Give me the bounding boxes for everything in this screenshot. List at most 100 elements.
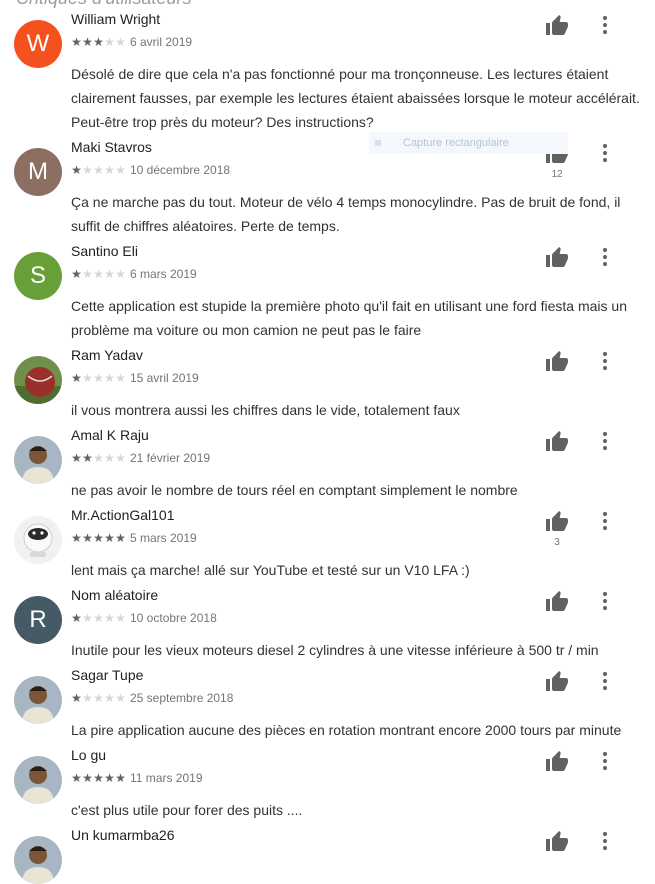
- reviewer-name: Amal K Raju: [71, 427, 149, 443]
- avatar-letter: S: [29, 262, 46, 289]
- star-icon: ★: [115, 267, 126, 281]
- more-vert-icon: [603, 592, 607, 596]
- more-vert-icon: [603, 832, 607, 836]
- avatar[interactable]: [14, 516, 62, 564]
- avatar[interactable]: [14, 436, 62, 484]
- more-vert-icon-dot: [603, 446, 607, 450]
- star-rating: ★ ★ ★ ★ ★: [71, 611, 126, 625]
- more-vert-icon: [603, 16, 607, 20]
- star-icon: ★: [82, 531, 93, 545]
- review-meta: ★ ★ ★ ★ ★ 5 mars 2019: [71, 530, 197, 546]
- reviewer-name: Un kumarmba26: [71, 827, 175, 843]
- star-icon: ★: [93, 451, 104, 465]
- thumbs-up-button[interactable]: [544, 430, 570, 454]
- reviewer-name: William Wright: [71, 11, 161, 27]
- thumbs-up-button[interactable]: [544, 14, 570, 38]
- more-options-button[interactable]: [594, 508, 616, 534]
- thumbs-up-icon: [544, 750, 570, 774]
- helpful-count: 3: [554, 537, 560, 548]
- review-text: Ça ne marche pas du tout. Moteur de vélo…: [71, 194, 621, 234]
- avatar[interactable]: S: [14, 252, 62, 300]
- avatar[interactable]: [14, 836, 62, 884]
- review-text: il vous montrera aussi les chiffres dans…: [71, 402, 460, 418]
- thumbs-up-icon: [544, 246, 570, 270]
- star-icon: ★: [71, 611, 82, 625]
- more-options-button[interactable]: [594, 244, 616, 270]
- thumbs-up-button[interactable]: [544, 590, 570, 614]
- star-icon: ★: [115, 771, 126, 785]
- avatar[interactable]: [14, 756, 62, 804]
- reviewer-name: Sagar Tupe: [71, 667, 144, 683]
- more-vert-icon: [603, 752, 607, 756]
- more-vert-icon-dot: [603, 606, 607, 610]
- avatar[interactable]: [14, 676, 62, 724]
- more-vert-icon-dot: [603, 679, 607, 683]
- review-meta: ★ ★ ★ ★ ★ 11 mars 2019: [71, 770, 203, 786]
- star-icon: ★: [104, 163, 115, 177]
- star-icon: ★: [104, 35, 115, 49]
- thumbs-up-button[interactable]: [544, 830, 570, 854]
- star-rating: ★ ★ ★ ★ ★: [71, 35, 126, 49]
- avatar[interactable]: [14, 356, 62, 404]
- more-vert-icon: [603, 512, 607, 516]
- more-options-button[interactable]: [594, 668, 616, 694]
- star-icon: ★: [82, 371, 93, 385]
- thumbs-up-button[interactable]: [544, 510, 570, 534]
- review-text: ne pas avoir le nombre de tours réel en …: [71, 482, 518, 498]
- person-photo-icon: [14, 436, 62, 484]
- review-meta: [71, 850, 75, 866]
- review-date: 21 février 2019: [130, 451, 211, 465]
- star-icon: ★: [93, 35, 104, 49]
- thumbs-up-button[interactable]: [544, 670, 570, 694]
- thumbs-up-icon: [544, 510, 570, 534]
- helpful-count: 12: [551, 169, 563, 180]
- review-meta: ★ ★ ★ ★ ★ 6 mars 2019: [71, 266, 197, 282]
- thumbs-up-button[interactable]: [544, 350, 570, 374]
- star-rating: ★ ★ ★ ★ ★: [71, 267, 126, 281]
- star-icon: ★: [71, 691, 82, 705]
- star-icon: ★: [115, 451, 126, 465]
- star-icon: ★: [104, 771, 115, 785]
- star-icon: ★: [104, 371, 115, 385]
- more-options-button[interactable]: [594, 140, 616, 166]
- star-rating: ★ ★ ★ ★ ★: [71, 451, 126, 465]
- review-date: 11 mars 2019: [130, 771, 203, 785]
- star-icon: ★: [93, 691, 104, 705]
- more-options-button[interactable]: [594, 828, 616, 854]
- star-icon: ★: [71, 531, 82, 545]
- review-text: Désolé de dire que cela n'a pas fonction…: [71, 66, 640, 130]
- star-icon: ★: [115, 35, 126, 49]
- avatar[interactable]: M: [14, 148, 62, 196]
- star-icon: ★: [115, 691, 126, 705]
- review-date: 25 septembre 2018: [130, 691, 234, 705]
- more-options-button[interactable]: [594, 12, 616, 38]
- star-icon: ★: [93, 267, 104, 281]
- star-icon: ★: [71, 163, 82, 177]
- star-icon: ★: [104, 531, 115, 545]
- more-options-button[interactable]: [594, 428, 616, 454]
- avatar-letter: M: [28, 158, 48, 185]
- thumbs-up-button[interactable]: [544, 246, 570, 270]
- reviewer-name: Ram Yadav: [71, 347, 143, 363]
- star-icon: ★: [82, 771, 93, 785]
- more-vert-icon-dot: [603, 366, 607, 370]
- more-vert-icon: [603, 352, 607, 356]
- more-options-button[interactable]: [594, 348, 616, 374]
- person-photo-icon: [14, 836, 62, 884]
- review-meta: ★ ★ ★ ★ ★ 6 avril 2019: [71, 34, 192, 50]
- star-icon: ★: [93, 531, 104, 545]
- review-meta: ★ ★ ★ ★ ★ 10 octobre 2018: [71, 610, 217, 626]
- avatar[interactable]: W: [14, 20, 62, 68]
- thumbs-up-button[interactable]: [544, 750, 570, 774]
- thumbs-up-icon: [544, 430, 570, 454]
- more-options-button[interactable]: [594, 588, 616, 614]
- star-icon: ★: [71, 371, 82, 385]
- review-date: 15 avril 2019: [130, 371, 199, 385]
- more-vert-icon-dot: [603, 759, 607, 763]
- more-options-button[interactable]: [594, 748, 616, 774]
- star-icon: ★: [82, 691, 93, 705]
- thumbs-up-icon: [544, 14, 570, 38]
- avatar[interactable]: R: [14, 596, 62, 644]
- capture-tooltip-label: Capture rectangulaire: [403, 137, 509, 149]
- star-icon: ★: [104, 451, 115, 465]
